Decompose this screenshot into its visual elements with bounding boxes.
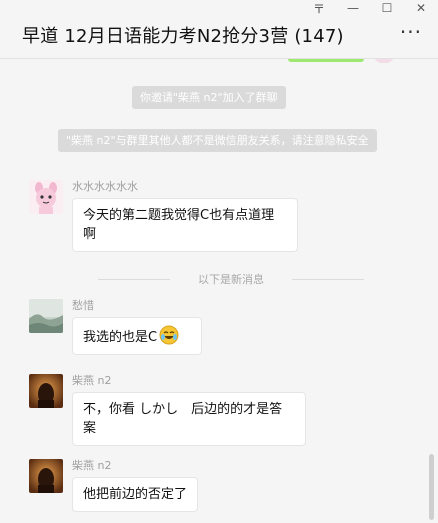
pink-bunny-avatar-icon: [29, 180, 63, 214]
new-messages-divider: 以下是新消息: [98, 271, 364, 287]
sunset-portrait-avatar-icon: [29, 459, 63, 493]
avatar[interactable]: [29, 459, 63, 493]
close-button[interactable]: ✕: [404, 0, 438, 16]
pin-icon[interactable]: 〒: [302, 0, 336, 16]
previous-message-bubble[interactable]: [288, 59, 364, 62]
sender-name: 柴燕 n2: [72, 459, 112, 472]
message-bubble[interactable]: 我选的也是C: [72, 317, 202, 355]
window-controls: 〒 — ☐ ✕: [302, 0, 438, 16]
maximize-button[interactable]: ☐: [370, 0, 404, 16]
sender-name: 水水水水水水: [72, 180, 138, 193]
title-bar: 〒 — ☐ ✕ 早道 12月日语能力考N2抢分3营 (147) ···: [0, 0, 438, 59]
minimize-button[interactable]: —: [336, 0, 370, 16]
sender-name: 愁惜: [72, 299, 94, 312]
message-bubble[interactable]: 今天的第二题我觉得C也有点道理啊: [72, 198, 298, 252]
sender-name: 柴燕 n2: [72, 374, 112, 387]
landscape-avatar-icon: [29, 299, 63, 333]
message-text: 我选的也是C: [83, 330, 158, 345]
avatar[interactable]: [374, 59, 394, 63]
avatar[interactable]: [29, 299, 63, 333]
system-message-privacy: "柴燕 n2"与群里其他人都不是微信朋友关系，请注意隐私安全: [58, 129, 377, 152]
divider-line: [292, 279, 364, 280]
system-message: 你邀请"柴燕 n2"加入了群聊: [132, 86, 286, 109]
sunset-portrait-avatar-icon: [29, 374, 63, 408]
laughing-crying-emoji-icon: [159, 325, 179, 345]
scrollbar[interactable]: [429, 454, 434, 520]
more-options-button[interactable]: ···: [400, 22, 422, 42]
chat-title: 早道 12月日语能力考N2抢分3营 (147): [22, 26, 344, 47]
message-bubble[interactable]: 他把前边的否定了: [72, 477, 199, 512]
message-bubble[interactable]: 不，你看 しかし 后边的的才是答案: [72, 392, 306, 446]
avatar[interactable]: [29, 374, 63, 408]
avatar[interactable]: [29, 180, 63, 214]
chat-history[interactable]: 你邀请"柴燕 n2"加入了群聊 "柴燕 n2"与群里其他人都不是微信朋友关系，请…: [0, 59, 438, 523]
